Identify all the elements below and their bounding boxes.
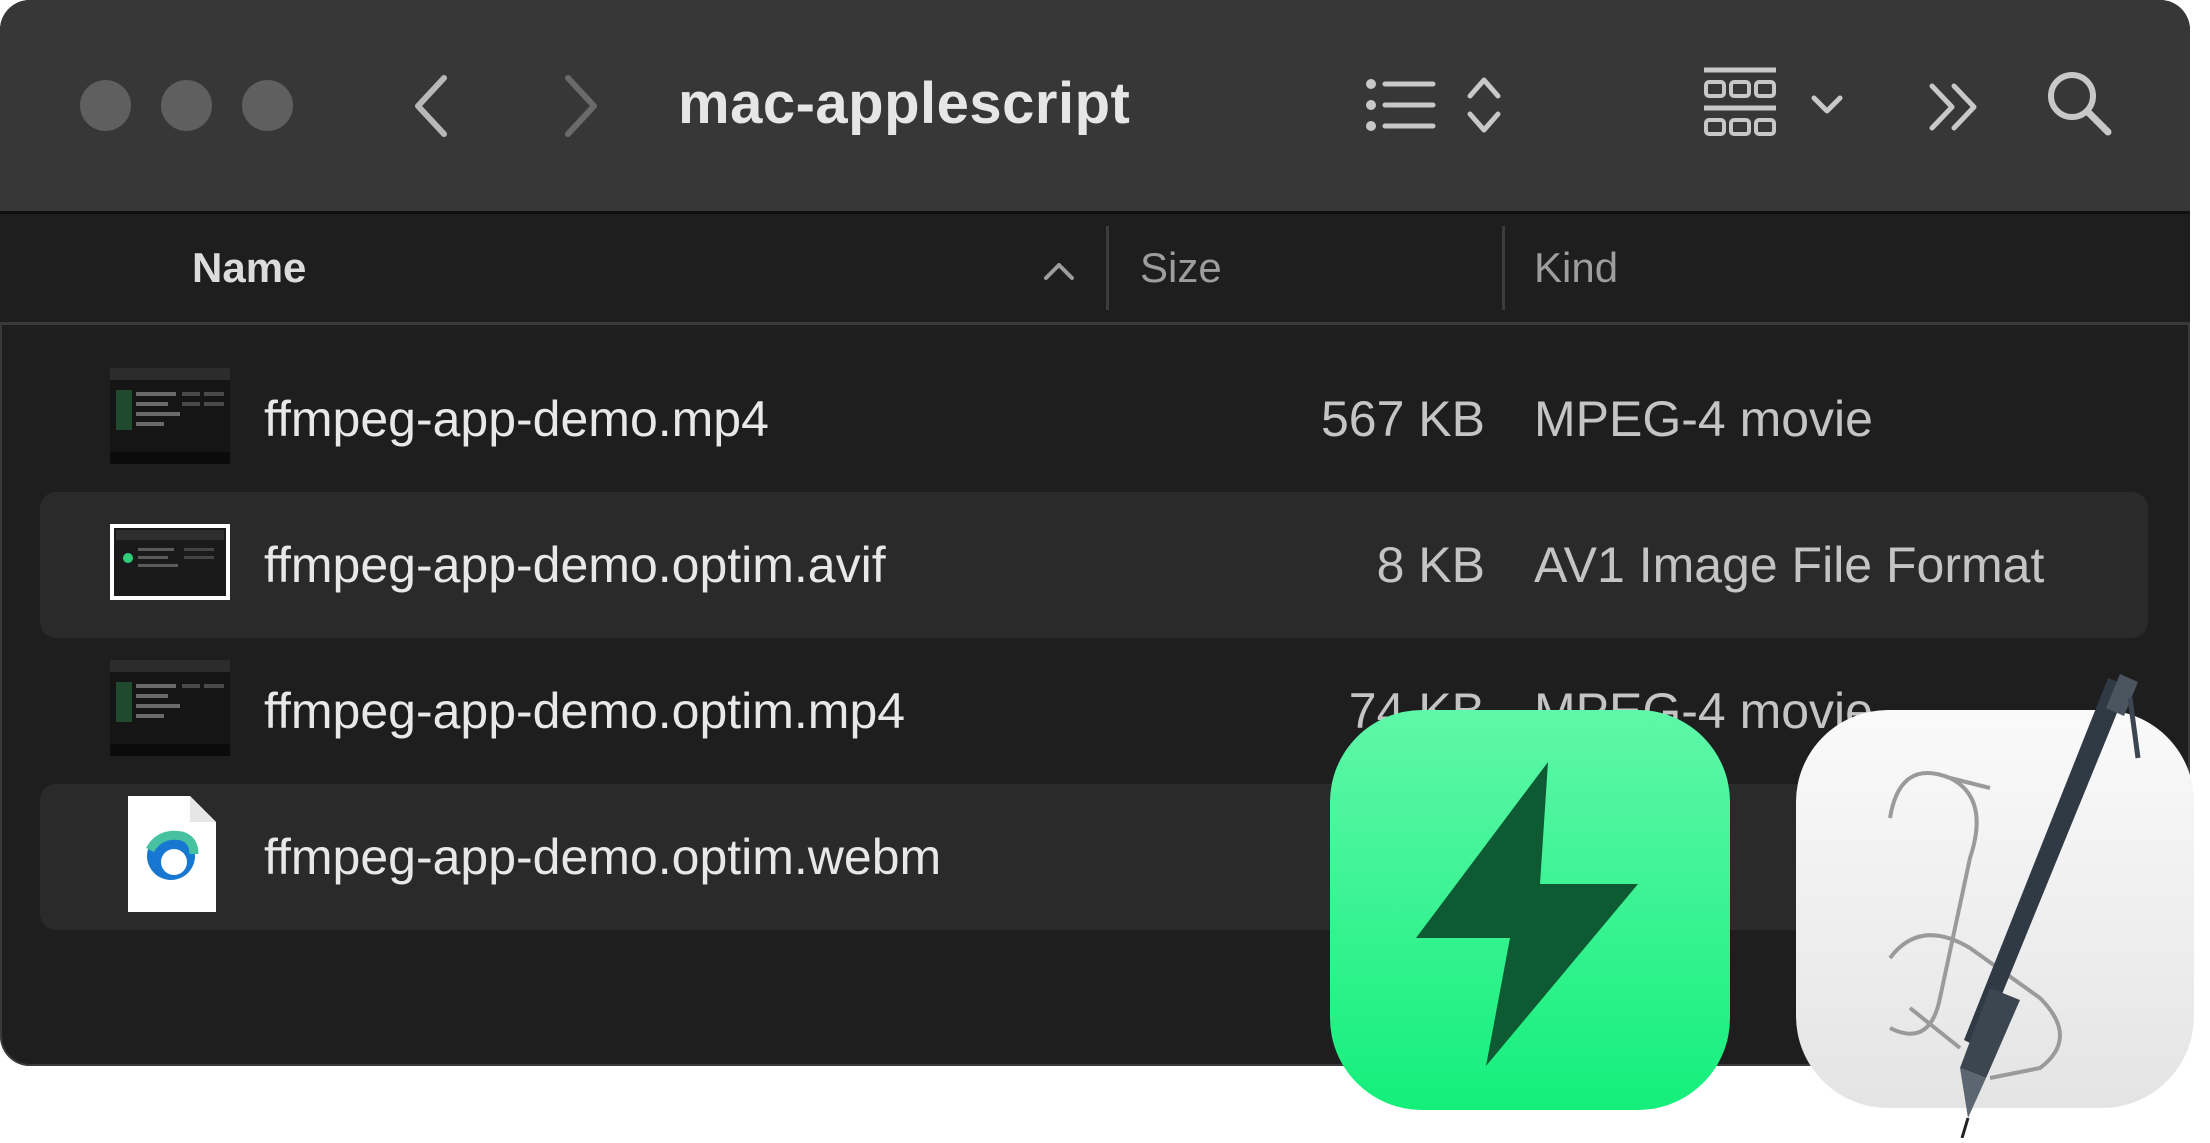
sort-ascending-icon[interactable] xyxy=(1042,260,1076,282)
minimize-button[interactable] xyxy=(161,80,212,131)
chevron-left-icon[interactable] xyxy=(412,74,452,138)
file-name: ffmpeg-app-demo.optim.avif xyxy=(264,537,886,593)
file-name: ffmpeg-app-demo.optim.mp4 xyxy=(264,683,906,739)
kind-column-header[interactable]: Kind xyxy=(1534,244,1618,292)
file-size: 8 KB xyxy=(1376,537,1485,593)
chevron-down-icon[interactable] xyxy=(1810,94,1844,116)
file-size: 567 KB xyxy=(1320,391,1485,447)
size-column-header[interactable]: Size xyxy=(1140,244,1222,292)
column-divider[interactable] xyxy=(1106,226,1109,310)
script-editor-app-icon xyxy=(1790,668,2210,1143)
up-down-arrows-icon[interactable] xyxy=(1466,72,1502,138)
list-view-icon[interactable] xyxy=(1365,78,1437,132)
close-button[interactable] xyxy=(80,80,131,131)
column-divider[interactable] xyxy=(1502,226,1505,310)
icon-grid-icon[interactable] xyxy=(1702,66,1778,142)
edge-document-icon xyxy=(124,792,220,916)
search-icon[interactable] xyxy=(2046,70,2112,136)
lightning-app-icon xyxy=(1326,706,1734,1123)
toolbar: mac-applescript xyxy=(0,0,2190,214)
image-thumbnail-icon xyxy=(110,514,230,610)
file-name: ffmpeg-app-demo.optim.webm xyxy=(264,829,942,885)
window-title: mac-applescript xyxy=(678,71,1131,136)
file-row[interactable]: ffmpeg-app-demo.optim.avif 8 KB AV1 Imag… xyxy=(40,492,2148,638)
video-thumbnail-icon xyxy=(110,368,230,464)
double-chevron-icon[interactable] xyxy=(1928,82,1982,132)
file-kind: AV1 Image File Format xyxy=(1534,537,2045,593)
name-column-header[interactable]: Name xyxy=(192,244,306,292)
file-kind: MPEG-4 movie xyxy=(1534,391,1873,447)
file-row[interactable]: ffmpeg-app-demo.mp4 567 KB MPEG-4 movie xyxy=(40,346,2148,492)
column-header: Name Size Kind xyxy=(0,214,2190,325)
video-thumbnail-icon xyxy=(110,660,230,756)
zoom-button[interactable] xyxy=(242,80,293,131)
file-name: ffmpeg-app-demo.mp4 xyxy=(264,391,769,447)
chevron-right-icon[interactable] xyxy=(560,74,600,138)
